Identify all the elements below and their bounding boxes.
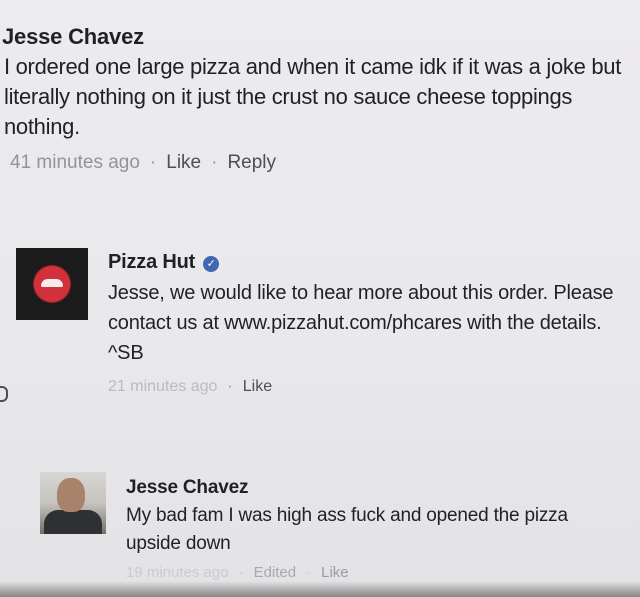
separator-dot: · (238, 564, 244, 581)
comment-actions: 19 minutes ago · Edited · Like (126, 564, 626, 581)
like-link[interactable]: Like (321, 564, 349, 581)
comment-author[interactable]: Jesse Chavez (126, 476, 626, 500)
comment-timestamp[interactable]: 19 minutes ago (126, 564, 229, 581)
user-avatar[interactable] (40, 472, 106, 534)
separator-dot: · (227, 378, 233, 395)
pizza-hut-logo-icon[interactable] (16, 248, 88, 320)
avatar-shirt (44, 510, 102, 534)
comment-thread: Jesse Chavez I ordered one large pizza a… (0, 0, 640, 597)
comment-actions: 21 minutes ago · Like (108, 378, 618, 396)
edited-label[interactable]: Edited (254, 564, 297, 581)
edge-fragment (0, 386, 8, 402)
comment-timestamp[interactable]: 41 minutes ago (10, 152, 140, 173)
comment-content: Pizza Hut ✓ Jesse, we would like to hear … (108, 250, 618, 396)
comment-author-line: Pizza Hut ✓ (108, 250, 618, 274)
separator-dot: · (149, 152, 157, 173)
verified-check-icon: ✓ (203, 256, 220, 272)
comment-actions: 41 minutes ago · Like · Reply (2, 152, 638, 174)
comment-timestamp[interactable]: 21 minutes ago (108, 378, 217, 395)
comment-jesse-1: Jesse Chavez I ordered one large pizza a… (2, 24, 638, 174)
avatar-head (57, 478, 85, 512)
reply-link[interactable]: Reply (227, 152, 276, 173)
separator-dot: · (306, 564, 312, 581)
comment-content: Jesse Chavez My bad fam I was high ass f… (126, 476, 626, 581)
comment-author[interactable]: Jesse Chavez (2, 24, 638, 50)
like-link[interactable]: Like (166, 152, 201, 173)
like-link[interactable]: Like (243, 378, 272, 395)
separator-dot: · (211, 152, 218, 173)
comment-text: My bad fam I was high ass fuck and opene… (126, 505, 568, 554)
comment-author[interactable]: Pizza Hut (108, 251, 195, 273)
logo-roof (41, 279, 63, 287)
bottom-edge (0, 581, 640, 597)
comment-text: I ordered one large pizza and when it ca… (4, 54, 622, 139)
comment-text: Jesse, we would like to hear more about … (108, 282, 614, 364)
